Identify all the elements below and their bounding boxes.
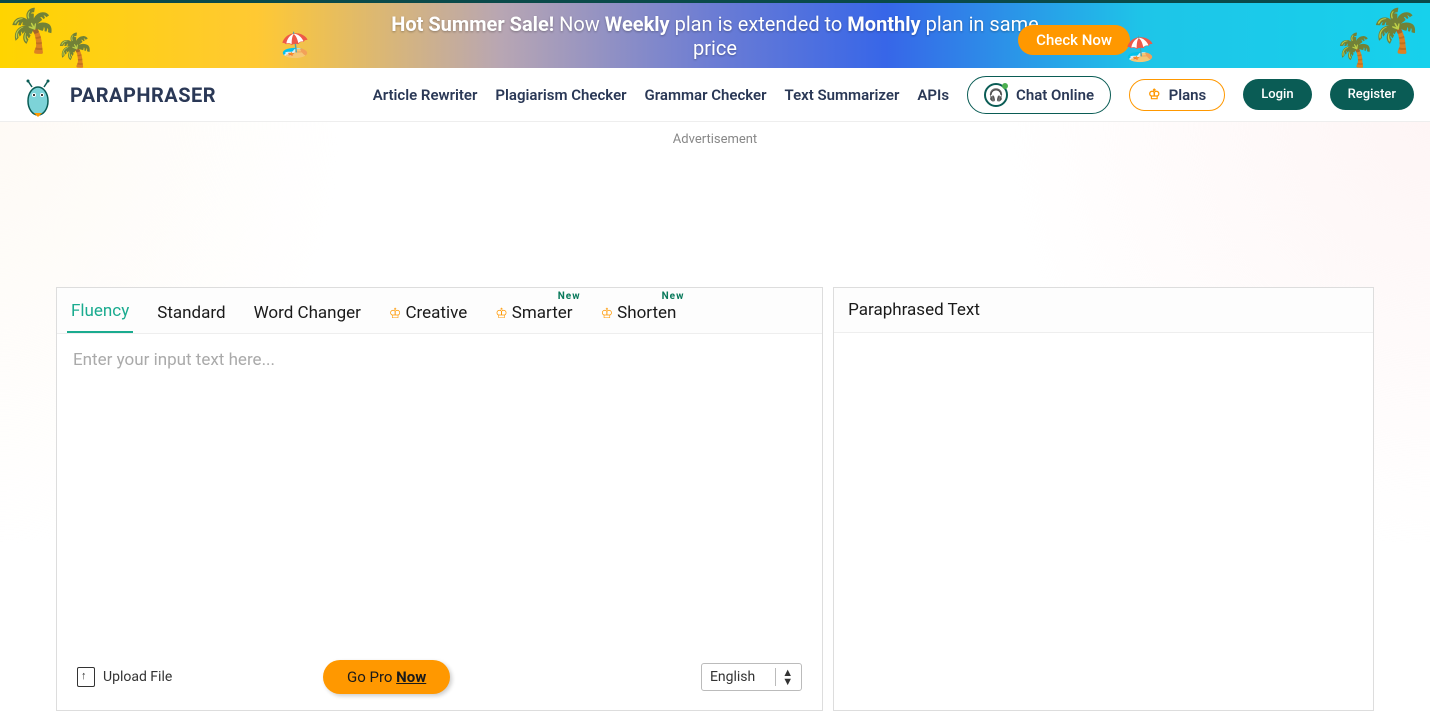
plans-label: Plans — [1169, 86, 1207, 104]
chat-online-label: Chat Online — [1016, 86, 1094, 104]
input-panel: Fluency Standard Word Changer Creative S… — [56, 287, 823, 711]
tab-fluency[interactable]: Fluency — [67, 291, 133, 333]
tab-smarter-label: Smarter — [512, 303, 573, 323]
input-textarea[interactable] — [73, 350, 806, 630]
logo-icon — [16, 73, 60, 117]
output-title: Paraphrased Text — [834, 288, 1373, 333]
check-now-button[interactable]: Check Now — [1018, 25, 1130, 55]
new-badge: New — [662, 291, 685, 302]
nav-grammar-checker[interactable]: Grammar Checker — [645, 86, 767, 104]
nav-article-rewriter[interactable]: Article Rewriter — [373, 86, 478, 104]
language-label: English — [710, 669, 755, 685]
logo[interactable]: PARAPHRASER — [16, 73, 216, 117]
nav-plagiarism-checker[interactable]: Plagiarism Checker — [495, 86, 626, 104]
nav-apis[interactable]: APIs — [917, 86, 949, 104]
crown-icon: ♔ — [1148, 87, 1161, 103]
upload-file-label: Upload File — [103, 669, 172, 685]
plans-button[interactable]: ♔ Plans — [1129, 79, 1225, 111]
go-pro-prefix: Go Pro — [347, 668, 396, 686]
headset-icon: 🎧 — [984, 83, 1008, 107]
register-button[interactable]: Register — [1330, 79, 1414, 110]
tab-standard[interactable]: Standard — [153, 293, 229, 333]
go-pro-button[interactable]: Go Pro Now — [323, 660, 450, 694]
palm-icon: 🌴 — [6, 7, 58, 56]
umbrella-icon: 🏖️ — [1125, 35, 1155, 63]
go-pro-now: Now — [396, 668, 426, 686]
palm-icon: 🌴 — [55, 31, 95, 68]
mode-tabs: Fluency Standard Word Changer Creative S… — [57, 288, 822, 334]
updown-icon: ▲▼ — [775, 668, 793, 686]
tab-word-changer[interactable]: Word Changer — [250, 293, 365, 333]
palm-icon: 🌴 — [1335, 31, 1375, 68]
advertisement-space — [0, 157, 1430, 287]
login-button[interactable]: Login — [1243, 79, 1311, 110]
palm-icon: 🌴 — [1370, 7, 1422, 56]
promo-banner: 🌴 🌴 🏖️ Hot Summer Sale! Now Weekly plan … — [0, 0, 1430, 68]
output-panel: Paraphrased Text — [833, 287, 1374, 711]
banner-text: Hot Summer Sale! Now Weekly plan is exte… — [375, 12, 1055, 60]
umbrella-icon: 🏖️ — [280, 31, 310, 59]
language-select[interactable]: English ▲▼ — [701, 663, 802, 691]
upload-icon — [77, 667, 95, 687]
header-nav: PARAPHRASER Article Rewriter Plagiarism … — [0, 68, 1430, 122]
upload-file-button[interactable]: Upload File — [77, 667, 172, 687]
new-badge: New — [558, 291, 581, 302]
output-body — [834, 333, 1373, 679]
tab-smarter[interactable]: SmarterNew — [491, 293, 576, 333]
tab-creative[interactable]: Creative — [385, 293, 471, 333]
advertisement-label: Advertisement — [0, 122, 1430, 157]
tab-shorten[interactable]: ShortenNew — [597, 293, 681, 333]
brand-name: PARAPHRASER — [70, 83, 216, 107]
nav-text-summarizer[interactable]: Text Summarizer — [785, 86, 900, 104]
tab-shorten-label: Shorten — [617, 303, 676, 323]
chat-online-button[interactable]: 🎧 Chat Online — [967, 76, 1111, 114]
tab-creative-label: Creative — [405, 303, 467, 323]
